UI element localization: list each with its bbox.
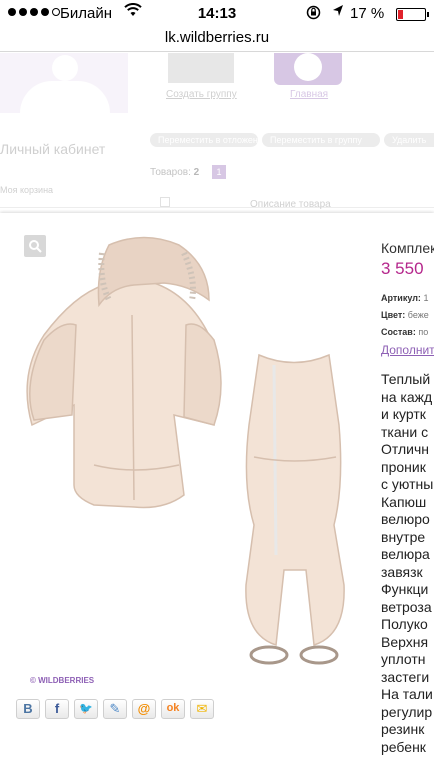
description-line: велюро bbox=[381, 511, 430, 527]
url-text: lk.wildberries.ru bbox=[164, 29, 270, 46]
description-line: Отличн bbox=[381, 441, 430, 457]
description-line: ветроза bbox=[381, 598, 432, 615]
move-to-deferred-button[interactable]: Переместить в отложенные bbox=[150, 133, 274, 147]
avatar bbox=[0, 53, 128, 113]
group-thumbnail bbox=[168, 53, 234, 83]
goods-count: Товаров: 2 bbox=[150, 167, 200, 178]
description-line: на кажд bbox=[381, 388, 433, 405]
product-description: Теплый на кажд и куртк ткани с Отличн проник с… bbox=[381, 371, 434, 756]
mailru-icon[interactable]: @ bbox=[132, 699, 156, 719]
status-bar: Билайн 14:13 17 % bbox=[0, 0, 434, 28]
description-line: резинк bbox=[381, 721, 425, 737]
divider bbox=[0, 207, 434, 208]
description-line: ребенк bbox=[381, 738, 426, 755]
create-group-link[interactable]: Создать группу bbox=[166, 89, 237, 100]
cabinet-title: Личный кабинет bbox=[0, 141, 106, 157]
description-line: внутре bbox=[381, 528, 426, 545]
description-line: уплотн bbox=[381, 651, 426, 667]
description-line: велюра bbox=[381, 546, 430, 562]
facebook-icon[interactable]: f bbox=[45, 699, 69, 719]
more-info-link[interactable]: Дополнит bbox=[381, 343, 434, 357]
description-line: застеги bbox=[381, 668, 430, 685]
description-line: с уютны bbox=[381, 476, 434, 492]
product-popup: © WILDBERRIES B f 🐦 ✎ @ ok ✉ Комплект 3 … bbox=[0, 213, 434, 770]
product-photo[interactable] bbox=[14, 225, 364, 670]
composition-row: Состав: по bbox=[381, 327, 429, 337]
jacket-image bbox=[26, 236, 222, 509]
twitter-icon[interactable]: 🐦 bbox=[74, 699, 98, 719]
vk-icon[interactable]: B bbox=[16, 699, 40, 719]
description-line: регулир bbox=[381, 703, 433, 720]
background-page: Создать группу Главная Личный кабинет Пе… bbox=[0, 53, 434, 213]
description-line: На тали bbox=[381, 686, 433, 702]
livejournal-icon[interactable]: ✎ bbox=[103, 699, 127, 719]
description-column-header: Описание товара bbox=[250, 199, 331, 210]
rotation-lock-icon bbox=[306, 5, 321, 23]
delete-button[interactable]: Удалить bbox=[384, 133, 434, 147]
color-row: Цвет: беже bbox=[381, 310, 429, 320]
location-arrow-icon bbox=[332, 4, 344, 21]
move-to-group-button[interactable]: Переместить в группу bbox=[262, 133, 380, 147]
basket-link[interactable]: Моя корзина bbox=[0, 185, 53, 195]
battery-level-fill bbox=[398, 10, 403, 19]
select-all-checkbox[interactable] bbox=[160, 197, 170, 207]
article-row: Артикул: 1 bbox=[381, 293, 429, 303]
zoom-button[interactable] bbox=[24, 235, 46, 257]
battery-icon bbox=[396, 8, 426, 21]
description-line: ткани с bbox=[381, 423, 429, 440]
odnoklassniki-icon[interactable]: ok bbox=[161, 699, 185, 719]
share-bar: B f 🐦 ✎ @ ok ✉ bbox=[16, 699, 214, 719]
product-price: 3 550 bbox=[381, 259, 424, 278]
address-bar[interactable]: lk.wildberries.ru bbox=[0, 28, 434, 52]
description-line: Функци bbox=[381, 581, 429, 597]
description-line: завязк bbox=[381, 563, 423, 580]
battery-percent: 17 % bbox=[350, 5, 385, 22]
description-line: проник bbox=[381, 458, 426, 475]
main-group-thumbnail bbox=[274, 53, 342, 85]
description-line: Полуко bbox=[381, 616, 428, 632]
watermark: © WILDBERRIES bbox=[30, 676, 95, 685]
overalls-image bbox=[245, 353, 345, 665]
description-line: и куртк bbox=[381, 406, 426, 422]
description-line: Верхня bbox=[381, 633, 429, 650]
description-line: Теплый bbox=[381, 371, 431, 387]
magnifier-icon bbox=[29, 240, 42, 253]
product-title: Комплект bbox=[381, 240, 434, 256]
battery-tip bbox=[427, 12, 429, 17]
email-icon[interactable]: ✉ bbox=[190, 699, 214, 719]
description-line: Капюш bbox=[381, 493, 427, 510]
page-number[interactable]: 1 bbox=[212, 165, 226, 179]
main-link[interactable]: Главная bbox=[290, 89, 328, 100]
